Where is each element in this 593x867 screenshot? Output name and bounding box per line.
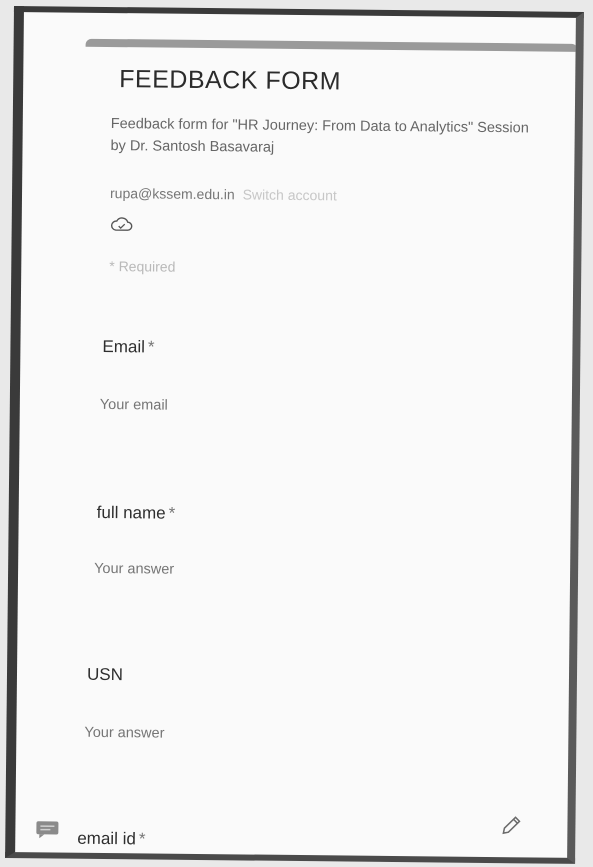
question-label-email: Email *: [102, 337, 154, 358]
chat-feedback-icon[interactable]: [35, 820, 59, 839]
required-asterisk: *: [138, 829, 146, 849]
usn-input[interactable]: [84, 724, 345, 744]
switch-account-link[interactable]: Switch account: [243, 186, 337, 203]
cloud-icon: [110, 217, 133, 231]
question-label-full-name: full name *: [97, 503, 176, 524]
question-label-text: email id: [77, 828, 136, 849]
form-header-accent-bar: [85, 38, 578, 52]
phone-screen: FEEDBACK FORM Feedback form for "HR Jour…: [5, 6, 584, 864]
question-label-text: USN: [86, 664, 124, 685]
pencil-icon[interactable]: [499, 813, 523, 837]
form-title: FEEDBACK FORM: [119, 65, 342, 96]
question-label-email-id: email id *: [77, 829, 145, 850]
required-asterisk: *: [147, 337, 155, 357]
full-name-input[interactable]: [94, 560, 355, 580]
required-asterisk: *: [168, 503, 176, 523]
account-line: rupa@kssem.edu.in Switch account: [110, 185, 337, 203]
question-label-text: full name: [96, 502, 166, 523]
email-input[interactable]: [99, 396, 360, 416]
required-note: * Required: [109, 258, 176, 275]
question-label-text: Email: [102, 336, 146, 357]
form-description: Feedback form for "HR Journey: From Data…: [110, 116, 529, 156]
question-label-usn: USN: [87, 665, 126, 685]
account-email: rupa@kssem.edu.in: [109, 185, 235, 203]
